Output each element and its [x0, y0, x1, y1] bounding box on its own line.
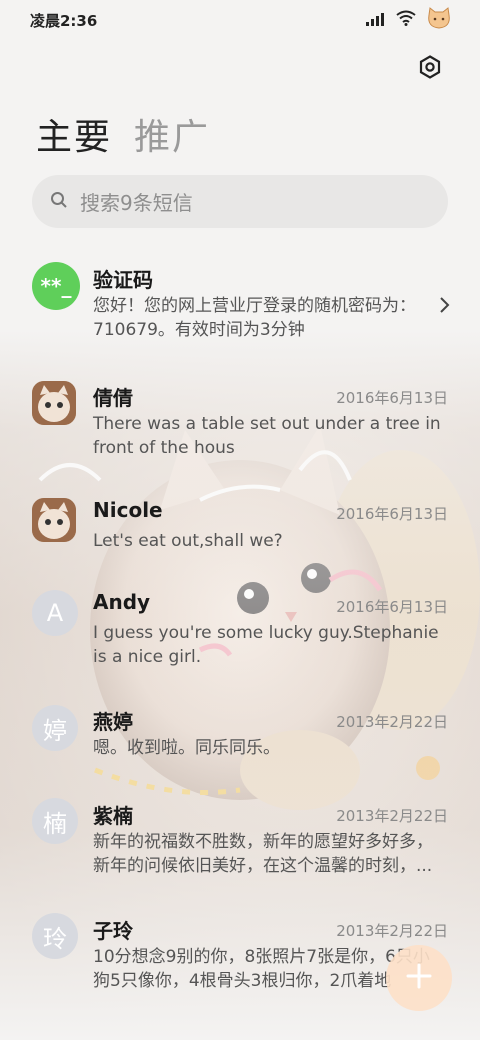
search-icon [50, 191, 68, 213]
message-preview: Let's eat out,shall we? [93, 531, 283, 551]
tab-promotions[interactable]: 推广 [134, 108, 210, 160]
avatar-text: **_ [40, 274, 72, 298]
message-preview: 您好！您的网上营业厅登录的随机密码为：710679。有效时间为3分钟 [93, 296, 416, 340]
status-bar: 凌晨2:36 [0, 0, 480, 40]
tab-bar: 主要 推广 [36, 108, 210, 160]
wifi-icon [396, 10, 416, 30]
message-date: 2016年6月13日 [336, 389, 448, 407]
status-time: 凌晨2:36 [30, 11, 98, 30]
gear-icon [418, 55, 442, 83]
message-date: 2013年2月22日 [336, 807, 448, 825]
message-preview: 新年的祝福数不胜数，新年的愿望好多好多，新年的问候依旧美好，在这个温馨的时刻，.… [93, 832, 433, 876]
message-date: 2013年2月22日 [336, 922, 448, 940]
search-input[interactable]: 搜索9条短信 [32, 175, 448, 228]
contact-name: Nicole [93, 498, 163, 522]
status-icons [366, 7, 452, 33]
list-item[interactable]: **_ 验证码 您好！您的网上营业厅登录的随机密码为：710679。有效时间为3… [0, 250, 480, 360]
contact-name: Andy [93, 590, 151, 614]
tab-primary[interactable]: 主要 [36, 108, 112, 160]
avatar [32, 381, 76, 425]
avatar-text: 玲 [43, 924, 67, 953]
message-date: 2016年6月13日 [336, 598, 448, 616]
list-item[interactable]: 婷 燕婷 2013年2月22日 嗯。收到啦。同乐同乐。 [0, 696, 480, 781]
avatar: **_ [32, 262, 80, 310]
message-preview: There was a table set out under a tree i… [93, 414, 441, 458]
avatar [32, 498, 76, 542]
avatar: A [32, 590, 78, 636]
list-item[interactable]: 楠 紫楠 2013年2月22日 新年的祝福数不胜数，新年的愿望好多好多，新年的问… [0, 790, 480, 900]
list-item[interactable]: Nicole 2016年6月13日 Let's eat out,shall we… [0, 487, 480, 572]
message-preview: 嗯。收到啦。同乐同乐。 [93, 738, 280, 758]
settings-button[interactable] [415, 54, 445, 84]
list-item[interactable]: A Andy 2016年6月13日 I guess you're some lu… [0, 582, 480, 692]
contact-name: 燕婷 [93, 710, 133, 734]
avatar: 楠 [32, 798, 78, 844]
avatar: 婷 [32, 705, 78, 751]
message-preview: I guess you're some lucky guy.Stephanie … [93, 623, 439, 667]
battery-cat-icon [426, 7, 452, 33]
plus-icon [406, 963, 432, 993]
list-item[interactable]: 倩倩 2016年6月13日 There was a table set out … [0, 370, 480, 480]
message-date: 2013年2月22日 [336, 713, 448, 731]
contact-name: 子玲 [93, 919, 133, 943]
avatar-text: 楠 [43, 809, 67, 838]
avatar: 玲 [32, 913, 78, 959]
contact-name: 验证码 [93, 268, 153, 292]
compose-button[interactable] [386, 945, 452, 1011]
contact-name: 紫楠 [93, 804, 133, 828]
contact-name: 倩倩 [93, 386, 133, 410]
search-placeholder: 搜索9条短信 [80, 191, 193, 215]
avatar-text: 婷 [43, 716, 67, 745]
chevron-right-icon [436, 295, 452, 315]
message-date: 2016年6月13日 [336, 505, 448, 523]
signal-icon [366, 11, 386, 30]
avatar-text: A [46, 599, 64, 627]
